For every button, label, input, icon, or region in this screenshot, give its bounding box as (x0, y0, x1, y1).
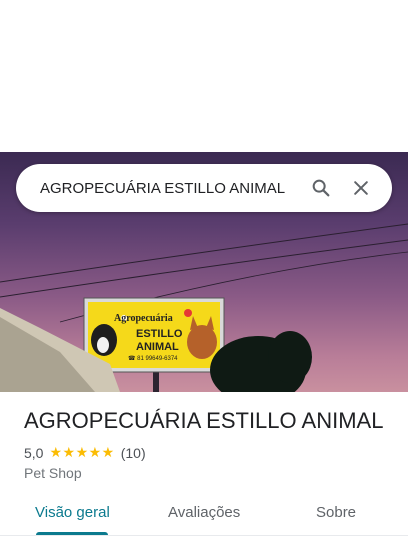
star-rating-icon: ★★★★★ (49, 444, 115, 460)
sign-phone: ☎ 81 99649-6374 (128, 356, 178, 362)
close-icon (354, 181, 368, 195)
clear-search-button[interactable] (344, 171, 378, 205)
place-name: AGROPECUÁRIA ESTILLO ANIMAL (24, 408, 384, 433)
rating-row[interactable]: 5,0 ★★★★★ (10) (24, 444, 146, 461)
place-tabs: Visão geral Avaliações Sobre (0, 494, 408, 536)
tab-overview[interactable]: Visão geral (35, 504, 110, 521)
tab-reviews[interactable]: Avaliações (168, 504, 240, 521)
search-icon (312, 179, 330, 197)
tab-about[interactable]: Sobre (316, 504, 356, 521)
search-bar[interactable]: AGROPECUÁRIA ESTILLO ANIMAL (16, 164, 392, 212)
search-button[interactable] (304, 171, 338, 205)
tabs-divider (0, 535, 408, 536)
sign-line2: ESTILLO (136, 328, 183, 340)
place-category[interactable]: Pet Shop (24, 465, 82, 481)
sign-line1: Agropecuária (114, 313, 173, 324)
sign-line3: ANIMAL (136, 341, 179, 353)
rating-value: 5,0 (24, 444, 44, 461)
search-input[interactable]: AGROPECUÁRIA ESTILLO ANIMAL (40, 180, 298, 197)
review-count[interactable]: (10) (121, 445, 146, 461)
